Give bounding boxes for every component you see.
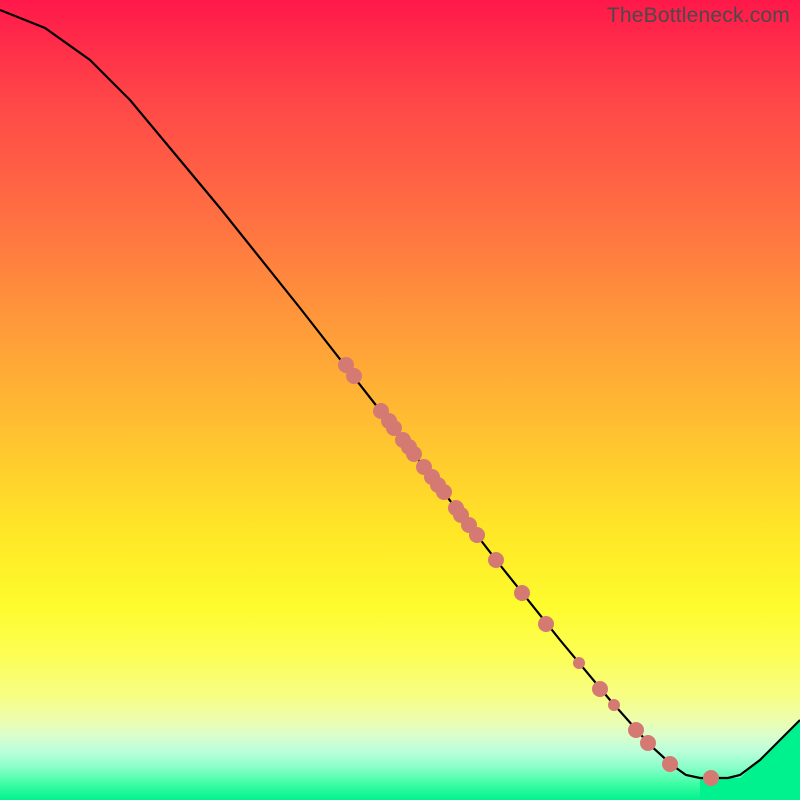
data-point <box>436 484 452 500</box>
data-point <box>703 770 719 786</box>
data-point <box>592 681 608 697</box>
data-point <box>488 552 504 568</box>
plot-svg <box>0 0 800 800</box>
curve-line <box>0 10 800 778</box>
data-point <box>346 368 362 384</box>
data-point <box>640 735 656 751</box>
data-point <box>538 616 554 632</box>
data-point <box>662 756 678 772</box>
data-point <box>406 446 422 462</box>
data-point <box>608 699 620 711</box>
data-points <box>338 357 719 786</box>
bottleneck-chart: TheBottleneck.com <box>0 0 800 800</box>
data-point <box>628 722 644 738</box>
tail-fill <box>700 720 800 800</box>
data-point <box>469 527 485 543</box>
data-point <box>514 585 530 601</box>
data-point <box>573 657 585 669</box>
